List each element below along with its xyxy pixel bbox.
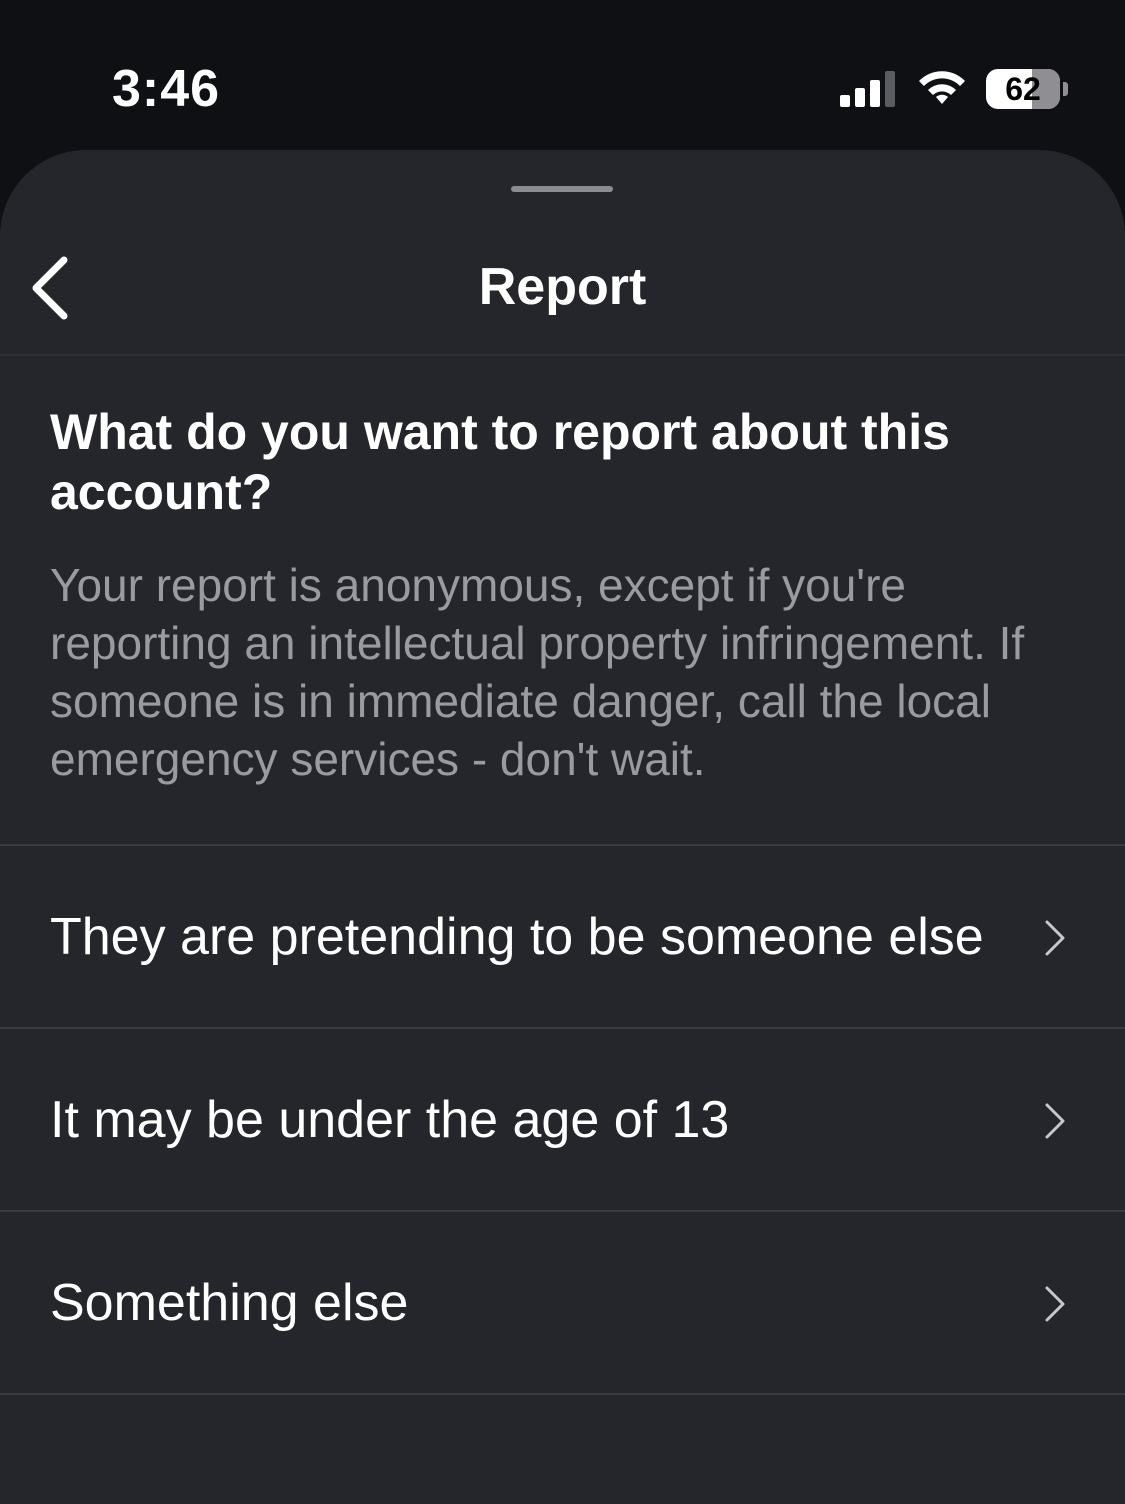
sheet-grabber[interactable] <box>511 186 613 192</box>
status-time: 3:46 <box>112 60 221 118</box>
report-sheet: Report What do you want to report about … <box>0 150 1125 1504</box>
chevron-right-icon <box>1045 920 1065 956</box>
battery-icon: 62 <box>986 67 1070 111</box>
wifi-icon <box>919 71 965 104</box>
page-title: Report <box>478 258 647 316</box>
option-label: They are pretending to be someone else <box>50 908 984 966</box>
option-label: Something else <box>50 1274 409 1332</box>
report-description: Your report is anonymous, except if you'… <box>50 559 1025 785</box>
option-under-13[interactable]: It may be under the age of 13 <box>0 1029 1125 1212</box>
report-header: What do you want to report about this ac… <box>0 356 1125 846</box>
option-label: It may be under the age of 13 <box>50 1091 730 1149</box>
battery-level: 62 <box>1005 71 1041 107</box>
status-icons: 62 <box>840 66 1070 112</box>
report-screen: 3:46 62 Report What do you want to repor… <box>0 0 1125 1504</box>
option-something-else[interactable]: Something else <box>0 1212 1125 1395</box>
chevron-right-icon <box>1045 1103 1065 1139</box>
battery-tip <box>1063 82 1068 96</box>
status-bar: 3:46 62 <box>0 0 1125 150</box>
report-question: What do you want to report about this ac… <box>50 404 950 520</box>
battery-body: 62 <box>986 69 1060 109</box>
chevron-right-icon <box>1045 1286 1065 1322</box>
nav-bar: Report <box>0 222 1125 356</box>
cellular-signal-icon <box>840 71 895 107</box>
option-pretending[interactable]: They are pretending to be someone else <box>0 846 1125 1029</box>
report-options-list: They are pretending to be someone else I… <box>0 846 1125 1395</box>
